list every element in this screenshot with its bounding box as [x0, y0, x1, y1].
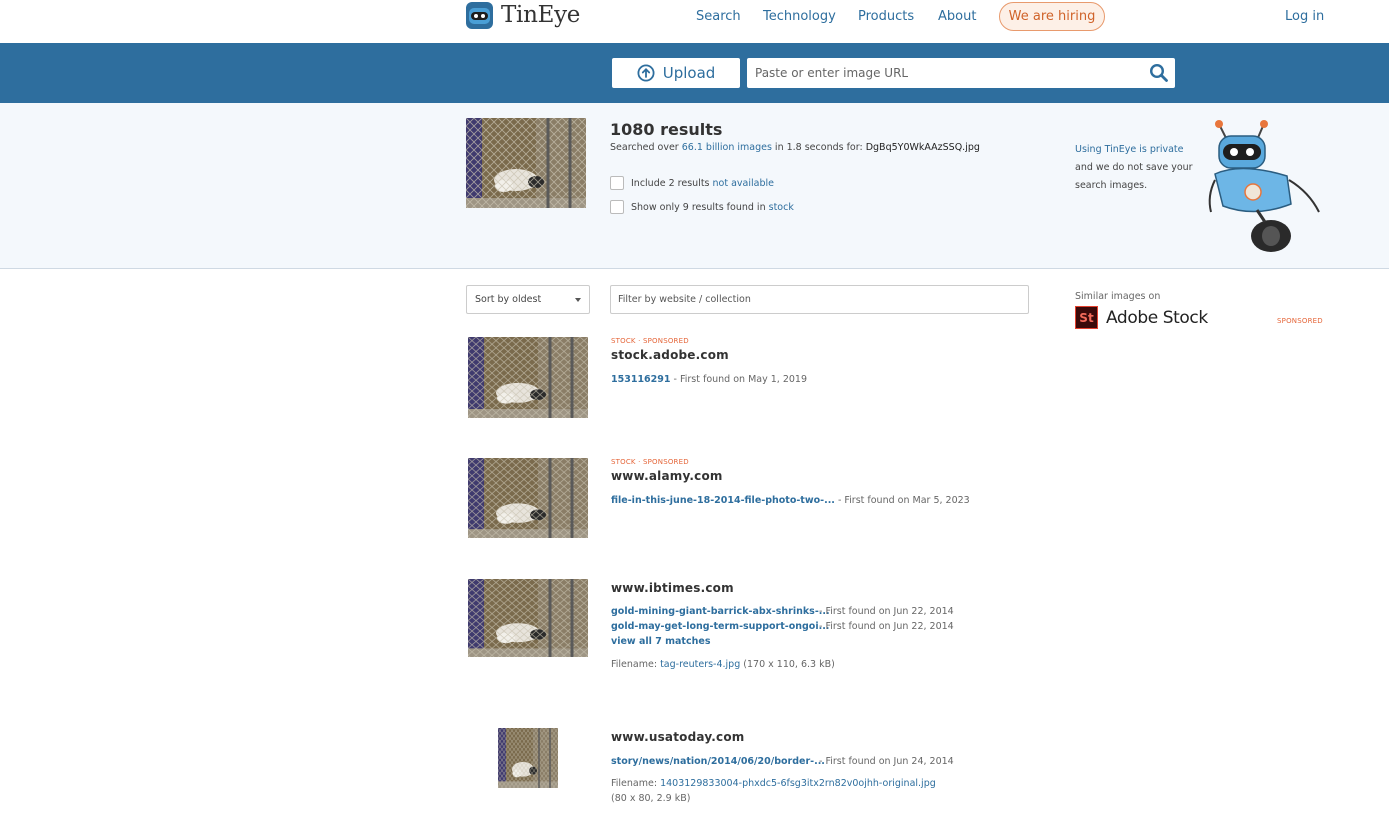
upload-label: Upload — [662, 64, 716, 82]
results-count: 1080 results — [610, 120, 723, 139]
image-url-box — [747, 58, 1175, 88]
chevron-down-icon — [575, 298, 581, 302]
result-filename: Filename: 1403129833004-phxdc5-6fsg3itx2… — [611, 778, 936, 789]
match-link[interactable]: story/news/nation/2014/06/20/border-... — [611, 756, 825, 767]
tineye-robot-mascot — [1208, 120, 1320, 252]
tineye-logo[interactable]: TinEye — [466, 0, 580, 30]
result-filename: Filename: tag-reuters-4.jpg (170 x 110, … — [611, 659, 835, 670]
filename-link[interactable]: 1403129833004-phxdc5-6fsg3itx2rn82v0ojhh… — [660, 778, 936, 789]
results-summary-panel: 1080 results Searched over 66.1 billion … — [0, 103, 1389, 269]
match-link[interactable]: 153116291 — [611, 374, 671, 385]
match-link[interactable]: gold-may-get-long-term-support-ongoi... — [611, 621, 829, 632]
privacy-note: Using TinEye is private and we do not sa… — [1075, 144, 1193, 191]
sponsored-label: SPONSORED — [1277, 317, 1323, 325]
adobe-stock-name: Adobe Stock — [1106, 307, 1208, 328]
query-image-thumbnail — [466, 118, 586, 208]
view-all-matches-link[interactable]: view all 7 matches — [611, 636, 710, 647]
match-row: gold-mining-giant-barrick-abx-shrinks-..… — [611, 606, 954, 617]
stock-only-option[interactable]: Show only 9 results found in stock — [610, 200, 794, 214]
match-link[interactable]: file-in-this-june-18-2014-file-photo-two… — [611, 495, 835, 506]
nav-technology[interactable]: Technology — [763, 0, 836, 32]
result-tag: STOCK · SPONSORED — [611, 337, 689, 345]
adobe-stock-link[interactable]: St Adobe Stock — [1075, 306, 1208, 329]
top-navigation-bar: TinEye Search Technology Products About … — [0, 0, 1389, 43]
result-domain[interactable]: www.alamy.com — [611, 469, 723, 483]
query-filename: DgBq5Y0WkAAzSSQ.jpg — [865, 142, 980, 153]
result-thumbnail[interactable] — [468, 337, 588, 418]
filename-link[interactable]: tag-reuters-4.jpg — [660, 659, 740, 670]
match-row: file-in-this-june-18-2014-file-photo-two… — [611, 495, 970, 506]
similar-images-label: Similar images on — [1075, 291, 1161, 302]
we-are-hiring-button[interactable]: We are hiring — [999, 2, 1105, 31]
nav-about[interactable]: About — [938, 0, 976, 32]
include-unavailable-option[interactable]: Include 2 results not available — [610, 176, 774, 190]
tineye-robot-icon — [466, 1, 493, 29]
include-unavailable-checkbox[interactable] — [610, 176, 624, 190]
match-row: 153116291 - First found on May 1, 2019 — [611, 374, 808, 385]
adobe-stock-icon: St — [1075, 306, 1098, 329]
match-link[interactable]: gold-mining-giant-barrick-abx-shrinks-..… — [611, 606, 830, 617]
result-thumbnail[interactable] — [498, 728, 558, 788]
result-domain[interactable]: www.usatoday.com — [611, 730, 744, 744]
result-file-meta: (80 x 80, 2.9 kB) — [611, 793, 691, 804]
upload-button[interactable]: Upload — [612, 58, 740, 88]
search-meta: Searched over 66.1 billion images in 1.8… — [610, 142, 980, 153]
search-icon[interactable] — [1149, 63, 1169, 83]
images-indexed-link[interactable]: 66.1 billion images — [682, 142, 772, 153]
view-all-matches-row: view all 7 matches — [611, 636, 710, 647]
result-thumbnail[interactable] — [468, 579, 588, 657]
not-available-link[interactable]: not available — [713, 178, 774, 189]
upload-icon — [637, 64, 655, 82]
filter-box — [610, 285, 1029, 314]
search-band: Upload — [0, 43, 1389, 103]
stock-link[interactable]: stock — [769, 202, 794, 213]
sort-dropdown[interactable]: Sort by oldest — [466, 285, 590, 314]
match-row: story/news/nation/2014/06/20/border-... … — [611, 756, 954, 767]
log-in-link[interactable]: Log in — [1285, 0, 1324, 32]
image-url-input[interactable] — [747, 58, 1137, 88]
nav-search[interactable]: Search — [696, 0, 741, 32]
match-row: gold-may-get-long-term-support-ongoi... … — [611, 621, 954, 632]
stock-only-checkbox[interactable] — [610, 200, 624, 214]
filter-input[interactable] — [611, 286, 1028, 313]
brand-name: TinEye — [501, 2, 581, 28]
privacy-link[interactable]: Using TinEye is private — [1075, 144, 1183, 155]
result-tag: STOCK · SPONSORED — [611, 458, 689, 466]
nav-products[interactable]: Products — [858, 0, 914, 32]
result-domain[interactable]: www.ibtimes.com — [611, 581, 734, 595]
result-domain[interactable]: stock.adobe.com — [611, 348, 729, 362]
result-thumbnail[interactable] — [468, 458, 588, 538]
